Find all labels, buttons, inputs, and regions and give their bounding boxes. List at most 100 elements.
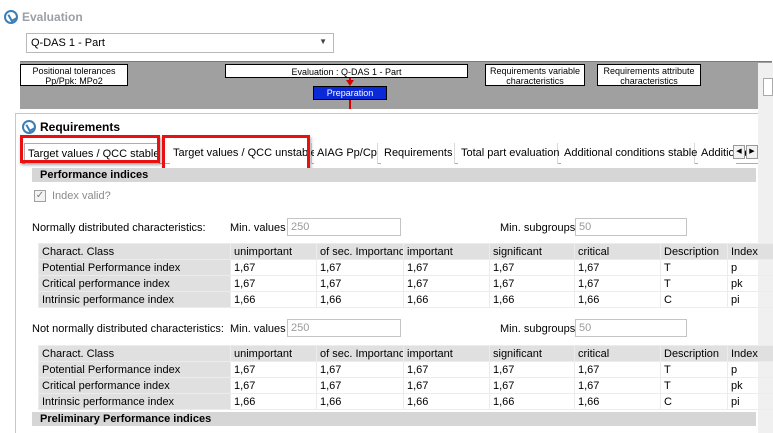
tab-additional[interactable]: Additional [698, 143, 749, 164]
evaluation-select[interactable]: Q-DAS 1 - Part ▼ [26, 33, 334, 53]
tab-label: Requirements [384, 147, 453, 159]
not-normal-dist-label: Not normally distributed characteristics… [32, 323, 224, 335]
requirements-app-icon [22, 120, 36, 134]
index-valid-checkbox[interactable]: ✓ [34, 190, 46, 202]
index-valid-row: ✓ Index valid? [34, 190, 111, 202]
table-header-row: Charact. Class unimportant of sec. Importa… [38, 243, 773, 260]
table-cell[interactable]: 1,67 [316, 275, 404, 292]
table-cell[interactable]: p [727, 259, 773, 276]
requirements-panel: Requirements Target values / QCC stable … [15, 113, 773, 433]
column-header: critical [574, 345, 661, 362]
table-cell[interactable]: 1,66 [403, 291, 490, 308]
tab-additional-conditions-stable[interactable]: Additional conditions stable [561, 143, 697, 164]
tab-scroll-arrows: ◀ ▶ [733, 145, 758, 159]
table-cell[interactable]: 1,66 [230, 291, 317, 308]
diagram-node-preparation[interactable]: Preparation [313, 86, 387, 100]
normal-min-values-label: Min. values [230, 222, 286, 234]
diagram-connector-down [349, 100, 351, 109]
table-cell[interactable]: C [660, 291, 728, 308]
table-cell[interactable]: 1,67 [574, 259, 661, 276]
diagram-node-req-attribute[interactable]: Requirements attribute characteristics [597, 64, 701, 86]
table-cell[interactable]: T [660, 361, 728, 378]
table-cell[interactable]: T [660, 275, 728, 292]
tab-requirements[interactable]: Requirements [381, 143, 455, 164]
right-mini-control[interactable] [763, 78, 773, 96]
table-cell[interactable]: 1,66 [489, 393, 575, 410]
table-cell[interactable]: 1,67 [403, 361, 490, 378]
table-cell[interactable]: 1,67 [230, 361, 317, 378]
table-cell[interactable]: pk [727, 377, 773, 394]
table-cell[interactable]: 1,67 [574, 275, 661, 292]
table-row: Potential Performance index 1,67 1,67 1,67 1… [38, 259, 773, 276]
table-cell[interactable]: C [660, 393, 728, 410]
column-header: Index [727, 345, 773, 362]
table-cell[interactable]: 1,67 [316, 259, 404, 276]
evaluation-app-icon [4, 10, 18, 24]
table-row: Critical performance index 1,67 1,67 1,67 1,… [38, 377, 773, 394]
table-cell[interactable]: 1,67 [230, 259, 317, 276]
tab-aiag-pp-cp[interactable]: AIAG Pp/Cp [314, 143, 378, 164]
evaluation-diagram: Positional tolerances Pp/Ppk: MPo2 Evalu… [20, 61, 772, 109]
normal-min-subgroups-input[interactable]: 50 [575, 218, 687, 236]
not-normal-min-values-label: Min. values [230, 323, 286, 335]
requirements-title: Requirements [40, 120, 121, 134]
table-cell[interactable]: pk [727, 275, 773, 292]
table-cell[interactable]: 1,66 [316, 393, 404, 410]
index-valid-label: Index valid? [52, 190, 111, 202]
table-cell[interactable]: pi [727, 393, 773, 410]
table-cell[interactable]: 1,67 [316, 361, 404, 378]
table-row: Critical performance index 1,67 1,67 1,67 1,… [38, 275, 773, 292]
column-header: Index [727, 243, 773, 260]
column-header: significant [489, 243, 575, 260]
section-title: Preliminary Performance indices [40, 413, 212, 425]
tab-label: Total part evaluation [461, 147, 560, 159]
diagram-node-req-variable[interactable]: Requirements variable characteristics [485, 64, 585, 86]
table-cell[interactable]: pi [727, 291, 773, 308]
table-cell[interactable]: 1,66 [574, 393, 661, 410]
diagram-node-evaluation[interactable]: Evaluation : Q-DAS 1 - Part [225, 64, 468, 78]
chevron-down-icon[interactable]: ▼ [319, 37, 327, 46]
table-cell[interactable]: 1,67 [403, 377, 490, 394]
tab-label: AIAG Pp/Cp [317, 147, 377, 159]
table-cell[interactable]: T [660, 377, 728, 394]
table-cell[interactable]: 1,67 [489, 377, 575, 394]
table-row: Intrinsic performance index 1,66 1,66 1,66 1… [38, 393, 773, 410]
evaluation-select-value: Q-DAS 1 - Part [31, 37, 105, 49]
table-header-row: Charact. Class unimportant of sec. Importa… [38, 345, 773, 362]
column-header: Charact. Class [38, 243, 231, 260]
normal-min-values-input[interactable]: 250 [287, 218, 401, 236]
row-label: Intrinsic performance index [38, 291, 231, 308]
diagram-node-positional[interactable]: Positional tolerances Pp/Ppk: MPo2 [20, 64, 128, 86]
diagram-node-positional-sub: Pp/Ppk: MPo2 [45, 76, 103, 86]
table-cell[interactable]: 1,67 [574, 361, 661, 378]
chevron-left-icon[interactable]: ◀ [733, 145, 745, 159]
table-cell[interactable]: 1,66 [230, 393, 317, 410]
table-cell[interactable]: 1,67 [574, 377, 661, 394]
table-cell[interactable]: 1,67 [230, 377, 317, 394]
table-cell[interactable]: 1,66 [574, 291, 661, 308]
diagram-node-preparation-label: Preparation [326, 88, 374, 98]
column-header: important [403, 345, 490, 362]
row-label: Potential Performance index [38, 361, 231, 378]
table-cell[interactable]: 1,66 [489, 291, 575, 308]
table-cell[interactable]: 1,67 [489, 361, 575, 378]
table-cell[interactable]: 1,66 [316, 291, 404, 308]
tab-total-part-evaluation[interactable]: Total part evaluation [458, 143, 560, 164]
not-normal-min-subgroups-input[interactable]: 50 [575, 319, 687, 337]
not-normal-min-values-input[interactable]: 250 [287, 319, 401, 337]
table-cell[interactable]: 1,67 [403, 275, 490, 292]
column-header: Description [660, 243, 728, 260]
performance-table-normal: Charact. Class unimportant of sec. Importa… [38, 243, 773, 308]
table-cell[interactable]: 1,67 [489, 275, 575, 292]
table-cell[interactable]: 1,67 [230, 275, 317, 292]
diagram-node-req-variable-label: Requirements variable characteristics [489, 66, 581, 86]
table-cell[interactable]: 1,67 [489, 259, 575, 276]
requirements-header: Requirements [22, 120, 120, 134]
table-cell[interactable]: 1,67 [403, 259, 490, 276]
table-cell[interactable]: 1,66 [403, 393, 490, 410]
row-label: Intrinsic performance index [38, 393, 231, 410]
table-cell[interactable]: T [660, 259, 728, 276]
table-cell[interactable]: p [727, 361, 773, 378]
table-cell[interactable]: 1,67 [316, 377, 404, 394]
chevron-right-icon[interactable]: ▶ [746, 145, 758, 159]
